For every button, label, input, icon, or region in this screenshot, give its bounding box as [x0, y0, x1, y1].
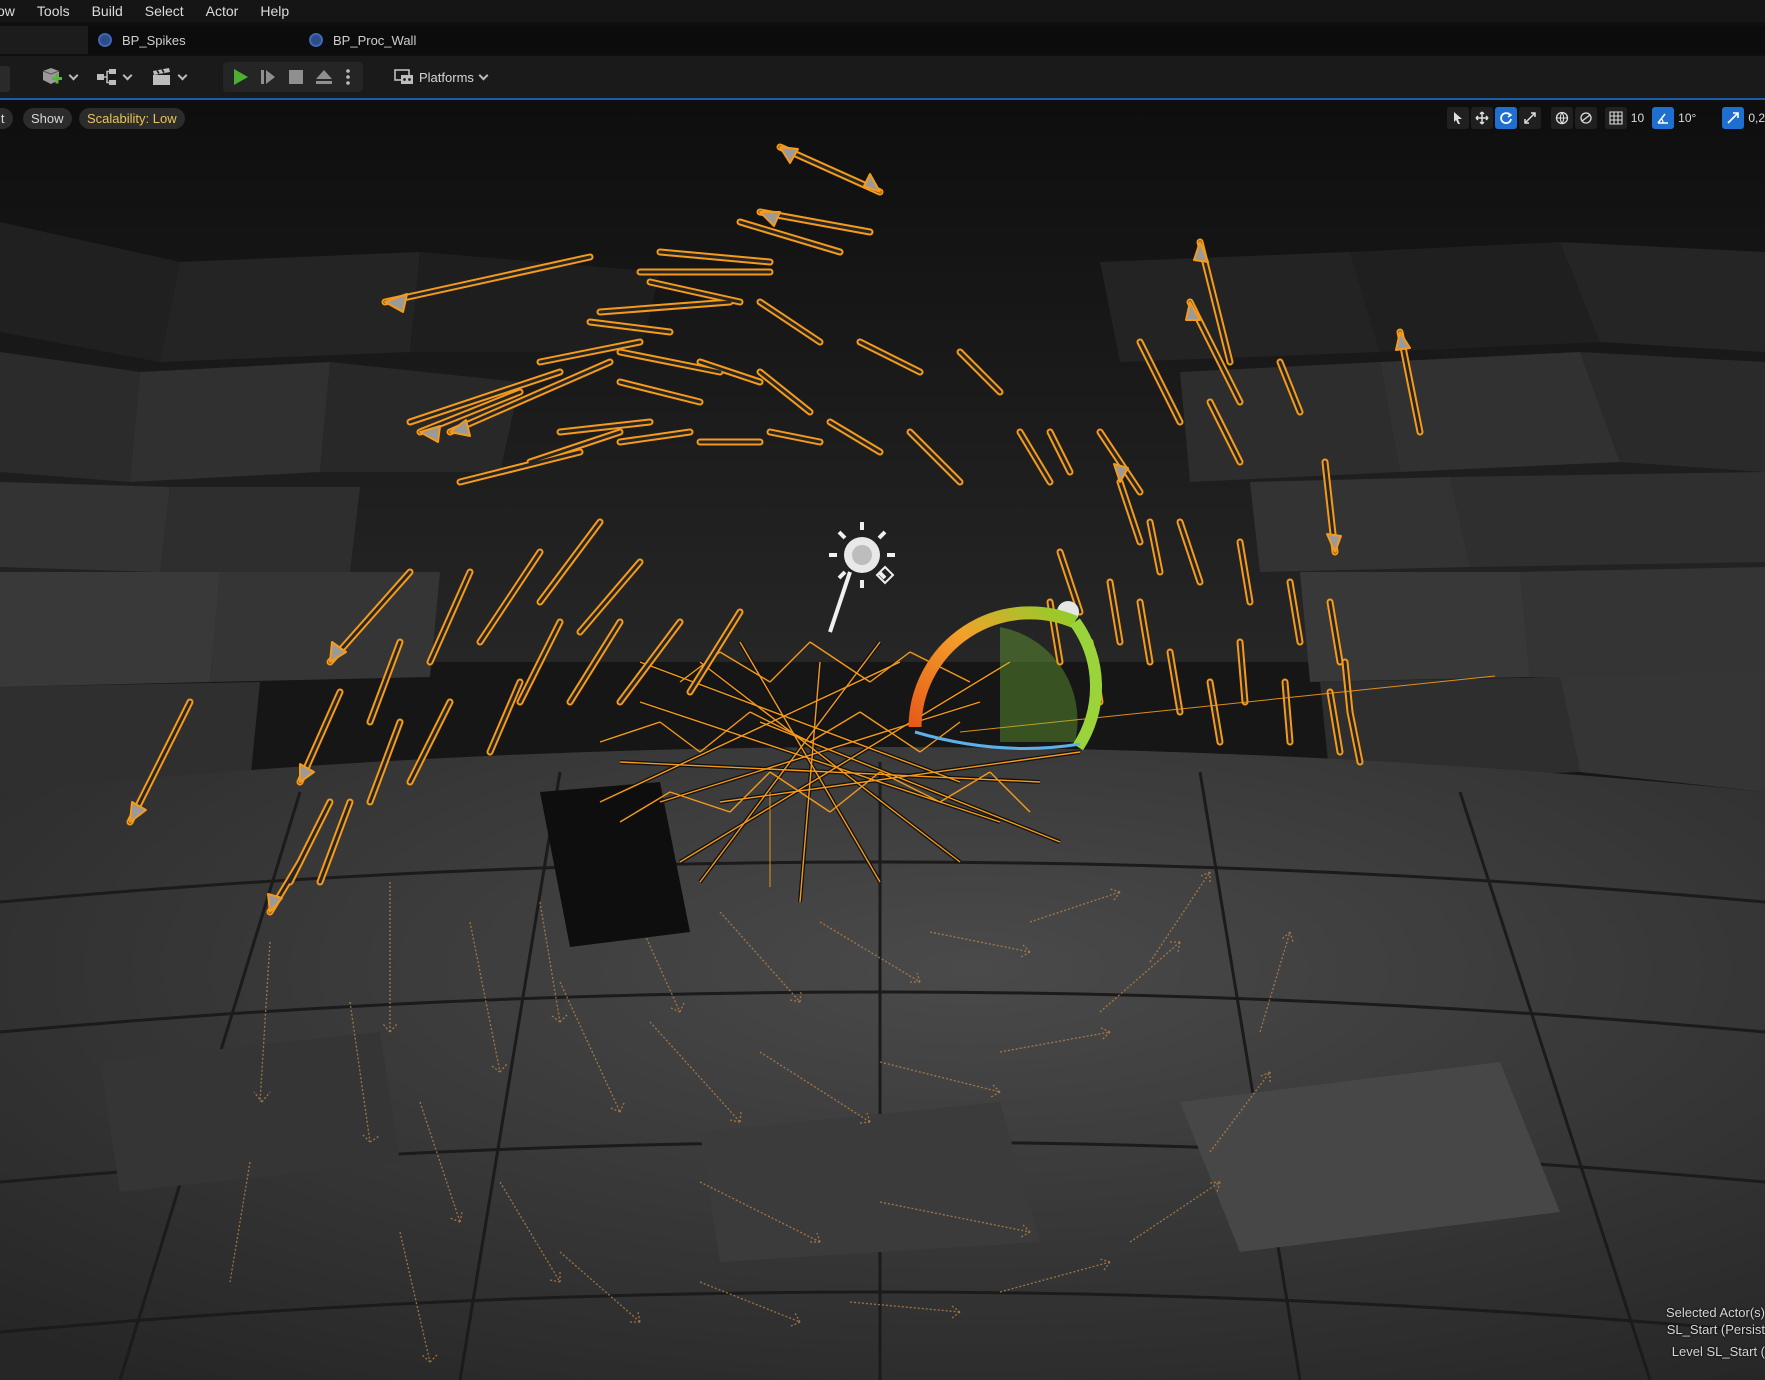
active-tab-area[interactable] — [0, 26, 88, 54]
scale-snap-icon — [1727, 112, 1740, 124]
play-options-button[interactable] — [344, 64, 352, 90]
eject-button[interactable] — [314, 64, 334, 90]
tab-bp-spikes[interactable]: BP_Spikes — [98, 26, 186, 54]
stop-icon — [289, 70, 303, 84]
chevron-down-icon — [68, 70, 79, 80]
menu-help[interactable]: Help — [249, 0, 300, 22]
menu-window[interactable]: ow — [0, 0, 26, 22]
menu-select[interactable]: Select — [134, 0, 195, 22]
grid-icon — [1609, 111, 1623, 125]
selected-actor-name: SL_Start (Persist — [1666, 1322, 1765, 1337]
cursor-icon — [1453, 112, 1462, 124]
more-options-icon — [346, 69, 350, 85]
blueprint-icon — [309, 33, 323, 47]
current-level-label: Level SL_Start ( — [1671, 1344, 1765, 1359]
menu-build[interactable]: Build — [81, 0, 134, 22]
viewport-transform-toolbar: 10 10° 0,2 — [1445, 106, 1765, 130]
menu-bar: ow Tools Build Select Actor Help — [0, 0, 1765, 22]
play-button[interactable] — [229, 64, 251, 90]
menu-actor[interactable]: Actor — [195, 0, 250, 22]
eject-icon — [316, 70, 332, 84]
scene-render — [0, 102, 1765, 1380]
blueprint-menu-button[interactable] — [96, 64, 133, 90]
add-actor-button[interactable] — [40, 64, 79, 90]
rotation-snap-value[interactable]: 10° — [1678, 111, 1696, 125]
grid-snap-button[interactable] — [1604, 107, 1627, 129]
cinematics-button[interactable] — [151, 64, 188, 90]
platforms-label: Platforms — [419, 69, 474, 85]
chevron-down-icon — [122, 70, 133, 80]
rotate-icon — [1499, 112, 1513, 124]
menu-tools[interactable]: Tools — [26, 0, 81, 22]
move-icon — [1475, 111, 1489, 125]
platforms-button[interactable]: Platforms — [393, 64, 489, 90]
platforms-icon — [394, 69, 413, 84]
main-toolbar: Platforms — [0, 56, 1765, 100]
level-viewport[interactable]: it Show Scalability: Low 10 10° — [0, 102, 1765, 1380]
document-tab-bar: BP_Spikes BP_Proc_Wall — [0, 26, 1765, 54]
rotate-mode-button[interactable] — [1494, 107, 1517, 129]
select-mode-button[interactable] — [1446, 107, 1469, 129]
grid-snap-value[interactable]: 10 — [1631, 111, 1644, 125]
scale-mode-button[interactable] — [1518, 107, 1541, 129]
blueprint-menu-icon — [97, 69, 116, 85]
scalability-button[interactable]: Scalability: Low — [79, 108, 185, 129]
play-icon — [234, 69, 248, 85]
surface-snap-button[interactable] — [1574, 107, 1597, 129]
scale-snap-button[interactable] — [1722, 107, 1745, 129]
world-local-toggle[interactable] — [1550, 107, 1573, 129]
scale-snap-value[interactable]: 0,2 — [1748, 111, 1765, 125]
tab-label: BP_Spikes — [122, 32, 186, 48]
translate-mode-button[interactable] — [1470, 107, 1493, 129]
stop-button[interactable] — [286, 64, 306, 90]
save-area[interactable] — [0, 66, 10, 92]
chevron-down-icon — [177, 70, 188, 80]
scale-icon — [1524, 112, 1536, 124]
chevron-down-icon — [478, 70, 489, 80]
rotation-snap-button[interactable] — [1652, 107, 1675, 129]
advance-frame-button[interactable] — [258, 64, 278, 90]
add-actor-icon — [42, 68, 62, 84]
angle-icon — [1657, 113, 1669, 124]
advance-frame-icon — [261, 70, 275, 84]
blueprint-icon — [98, 33, 112, 47]
tab-bp-proc-wall[interactable]: BP_Proc_Wall — [309, 26, 416, 54]
tab-label: BP_Proc_Wall — [333, 32, 417, 48]
globe-icon — [1555, 111, 1568, 125]
show-menu-button[interactable]: Show — [23, 108, 72, 129]
clapperboard-icon — [153, 68, 170, 85]
selected-actors-label: Selected Actor(s) — [1666, 1305, 1765, 1320]
surface-snap-icon — [1580, 112, 1592, 124]
